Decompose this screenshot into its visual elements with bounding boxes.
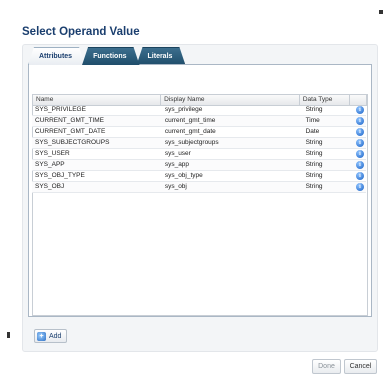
column-header-info	[350, 95, 367, 105]
column-header-data-type[interactable]: Data Type	[300, 95, 351, 105]
table-row[interactable]: CURRENT_GMT_DATE current_gmt_date Date i	[32, 127, 366, 138]
cell-name: SYS_USER	[35, 150, 70, 157]
cell-data-type: String	[305, 139, 323, 146]
cell-name: CURRENT_GMT_TIME	[35, 117, 104, 124]
info-icon[interactable]: i	[356, 128, 364, 136]
table-row[interactable]: SYS_PRIVILEGE sys_privilege String i	[32, 105, 366, 116]
table-row[interactable]: SYS_OBJ sys_obj String i	[32, 182, 366, 193]
info-icon[interactable]: i	[356, 161, 364, 169]
cell-name: SYS_OBJ_TYPE	[35, 172, 85, 179]
dialog-title: Select Operand Value	[22, 26, 140, 38]
add-icon: +	[37, 331, 46, 341]
info-icon[interactable]: i	[356, 183, 364, 191]
cell-data-type: String	[305, 150, 323, 157]
info-icon[interactable]: i	[356, 150, 364, 158]
table-row[interactable]: SYS_OBJ_TYPE sys_obj_type String i	[32, 171, 366, 182]
cell-data-type: String	[305, 183, 323, 190]
table-row[interactable]: SYS_USER sys_user String i	[32, 149, 366, 160]
cell-data-type: Date	[305, 128, 320, 135]
column-header-name[interactable]: Name	[33, 95, 162, 105]
add-button-label: Add	[49, 332, 62, 340]
cell-display-name: sys_obj_type	[164, 172, 203, 179]
add-button[interactable]: + Add	[34, 329, 67, 343]
cell-display-name: sys_user	[164, 150, 191, 157]
tab-literals[interactable]: Literals	[137, 47, 186, 65]
info-icon[interactable]: i	[356, 106, 364, 114]
cell-display-name: sys_subjectgroups	[164, 139, 219, 146]
table-row[interactable]: CURRENT_GMT_TIME current_gmt_time Time i	[32, 116, 366, 127]
cell-name: SYS_APP	[35, 161, 65, 168]
cell-name: SYS_SUBJECTGROUPS	[35, 139, 110, 146]
table-body: SYS_PRIVILEGE sys_privilege String i CUR…	[32, 105, 366, 193]
info-icon[interactable]: i	[356, 117, 364, 125]
cell-display-name: current_gmt_date	[164, 128, 216, 135]
left-edge-mark	[7, 332, 10, 338]
tab-functions[interactable]: Functions	[82, 47, 139, 65]
cell-name: SYS_OBJ	[35, 183, 65, 190]
cell-data-type: String	[305, 172, 323, 179]
tab-bar: Attributes Functions Literals	[28, 47, 182, 65]
cell-data-type: Time	[305, 117, 320, 124]
tab-attributes[interactable]: Attributes	[28, 47, 85, 65]
corner-mark	[379, 10, 383, 14]
cancel-button[interactable]: Cancel	[344, 359, 377, 374]
table-row[interactable]: SYS_SUBJECTGROUPS sys_subjectgroups Stri…	[32, 138, 366, 149]
cell-display-name: sys_privilege	[164, 106, 203, 113]
info-icon[interactable]: i	[356, 139, 364, 147]
cell-data-type: String	[305, 106, 323, 113]
cell-data-type: String	[305, 161, 323, 168]
cell-display-name: sys_app	[164, 161, 190, 168]
table-row[interactable]: SYS_APP sys_app String i	[32, 160, 366, 171]
info-icon[interactable]: i	[356, 172, 364, 180]
column-header-display-name[interactable]: Display Name	[161, 95, 300, 105]
cell-name: SYS_PRIVILEGE	[35, 106, 86, 113]
cell-display-name: sys_obj	[164, 183, 187, 190]
done-button[interactable]: Done	[312, 359, 341, 374]
cell-display-name: current_gmt_time	[164, 117, 216, 124]
cell-name: CURRENT_GMT_DATE	[35, 128, 106, 135]
